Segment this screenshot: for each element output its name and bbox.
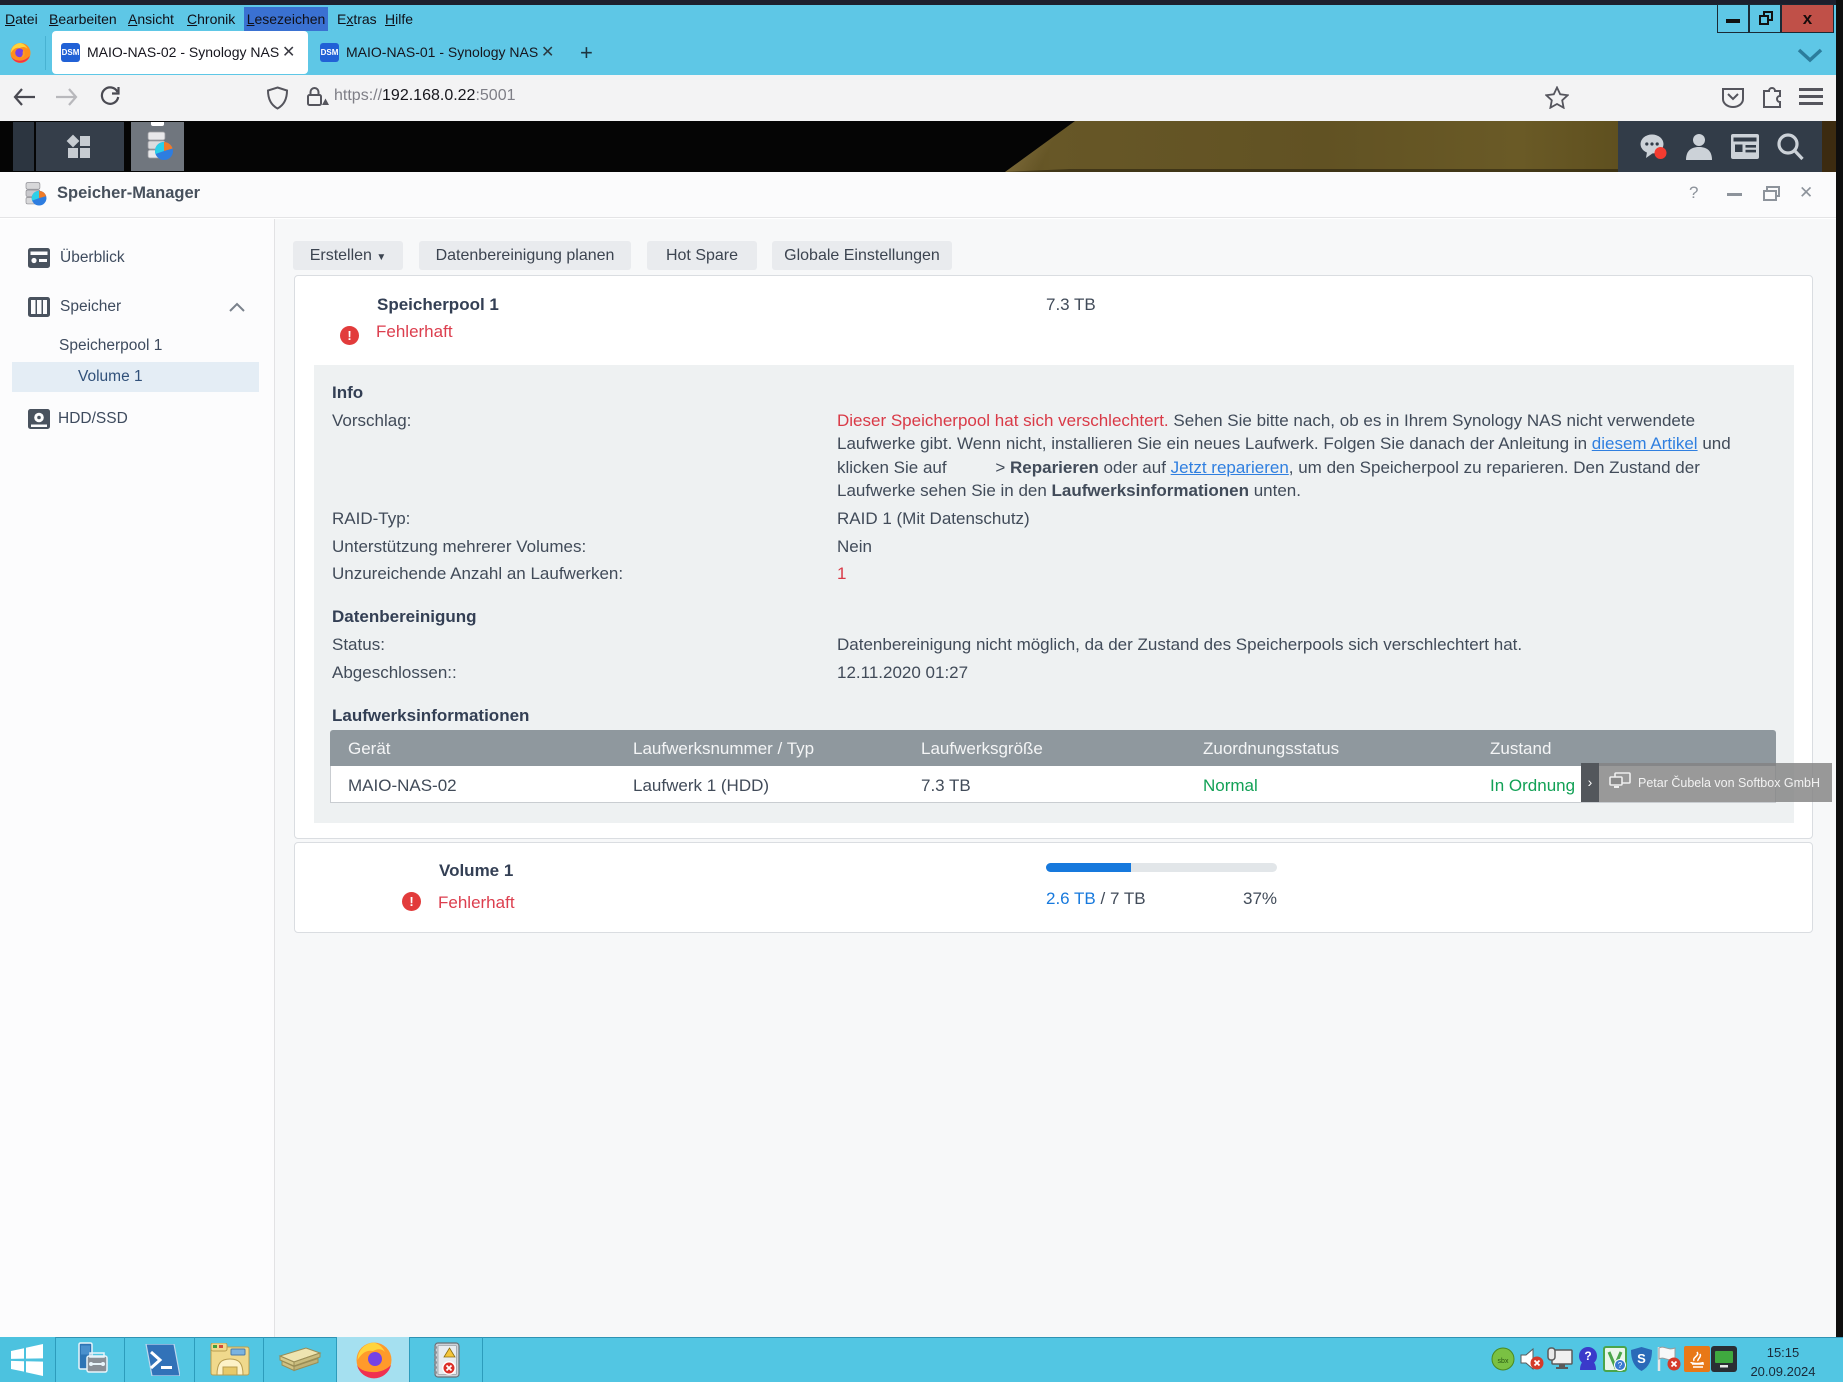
- svg-text:?: ?: [1618, 1361, 1623, 1370]
- svg-text:?: ?: [1584, 1349, 1591, 1363]
- svg-text:S: S: [1637, 1351, 1646, 1366]
- svg-text:sbx: sbx: [1498, 1358, 1509, 1365]
